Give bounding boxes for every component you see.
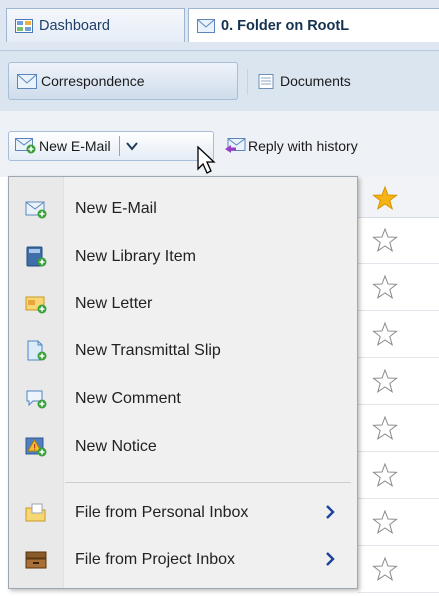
new-email-dropdown-menu: New E-Mail New Library Item New Letter N…	[8, 176, 358, 589]
menu-item-label: New Comment	[75, 390, 181, 407]
folder-inbox-icon	[25, 503, 46, 522]
menu-item-new-letter[interactable]: New Letter	[11, 285, 355, 323]
tab-folder[interactable]: 0. Folder on RootL	[188, 8, 439, 42]
table-row[interactable]	[358, 405, 439, 452]
star-filled-icon	[372, 185, 398, 210]
menu-item-new-notice[interactable]: New Notice	[11, 428, 355, 466]
envelope-icon	[197, 18, 215, 33]
grid-header-star[interactable]	[358, 177, 439, 218]
star-outline-icon[interactable]	[372, 227, 398, 253]
star-outline-icon[interactable]	[372, 509, 398, 535]
menu-item-label: File from Personal Inbox	[75, 504, 249, 521]
letter-plus-icon	[25, 296, 47, 314]
table-row[interactable]	[358, 499, 439, 546]
table-row[interactable]	[358, 217, 439, 264]
dashboard-icon	[15, 18, 33, 33]
star-outline-icon[interactable]	[372, 415, 398, 441]
chevron-down-icon[interactable]	[125, 141, 138, 151]
library-plus-icon	[26, 246, 47, 267]
table-row[interactable]	[358, 264, 439, 311]
table-row[interactable]	[358, 452, 439, 499]
envelope-plus-icon	[15, 138, 36, 154]
tab-dashboard[interactable]: Dashboard	[6, 8, 185, 42]
menu-item-label: New Transmittal Slip	[75, 342, 221, 359]
toolbar: New E-Mail Reply with history	[0, 111, 439, 177]
tab-documents-label: Documents	[280, 73, 351, 89]
table-row[interactable]	[358, 546, 439, 593]
split-divider	[118, 136, 120, 156]
project-inbox-icon	[25, 551, 47, 569]
tab-strip: Dashboard 0. Folder on RootL	[0, 0, 439, 50]
transmittal-plus-icon	[27, 340, 47, 361]
menu-item-new-comment[interactable]: New Comment	[11, 380, 355, 418]
menu-item-label: File from Project Inbox	[75, 551, 236, 568]
tab-correspondence[interactable]: Correspondence	[8, 62, 238, 100]
menu-item-label: New E-Mail	[75, 200, 157, 217]
menu-item-label: New Letter	[75, 295, 153, 312]
star-outline-icon[interactable]	[372, 321, 398, 347]
chevron-right-icon	[326, 505, 335, 519]
tab-correspondence-label: Correspondence	[41, 73, 145, 89]
envelope-plus-icon	[25, 201, 47, 219]
menu-item-new-library-item[interactable]: New Library Item	[11, 238, 355, 276]
tab-documents[interactable]: Documents	[248, 62, 439, 100]
reply-with-history-label: Reply with history	[248, 138, 358, 154]
menu-item-label: New Library Item	[75, 248, 196, 265]
new-email-label: New E-Mail	[39, 138, 111, 154]
documents-icon	[258, 73, 274, 89]
star-outline-icon[interactable]	[372, 462, 398, 488]
menu-item-file-from-personal-inbox[interactable]: File from Personal Inbox	[11, 494, 355, 532]
tab-folder-label: 0. Folder on RootL	[221, 17, 350, 34]
table-row[interactable]	[358, 311, 439, 358]
reply-envelope-icon	[225, 138, 246, 153]
menu-divider	[65, 482, 351, 483]
reply-with-history-button[interactable]: Reply with history	[222, 131, 439, 161]
star-outline-icon[interactable]	[372, 368, 398, 394]
star-outline-icon[interactable]	[372, 556, 398, 582]
comment-plus-icon	[26, 390, 47, 409]
module-tab-row: Correspondence Documents	[0, 50, 439, 112]
table-row[interactable]	[358, 358, 439, 405]
menu-item-file-from-project-inbox[interactable]: File from Project Inbox	[11, 541, 355, 579]
star-outline-icon[interactable]	[372, 274, 398, 300]
menu-item-new-email[interactable]: New E-Mail	[11, 190, 355, 228]
chevron-right-icon	[326, 552, 335, 566]
menu-item-label: New Notice	[75, 438, 157, 455]
tab-dashboard-label: Dashboard	[39, 17, 110, 34]
new-email-split-button[interactable]: New E-Mail	[8, 131, 214, 161]
envelope-icon	[17, 73, 37, 89]
mouse-cursor-icon	[197, 145, 216, 174]
notice-plus-icon	[25, 437, 47, 457]
menu-item-new-transmittal-slip[interactable]: New Transmittal Slip	[11, 332, 355, 370]
